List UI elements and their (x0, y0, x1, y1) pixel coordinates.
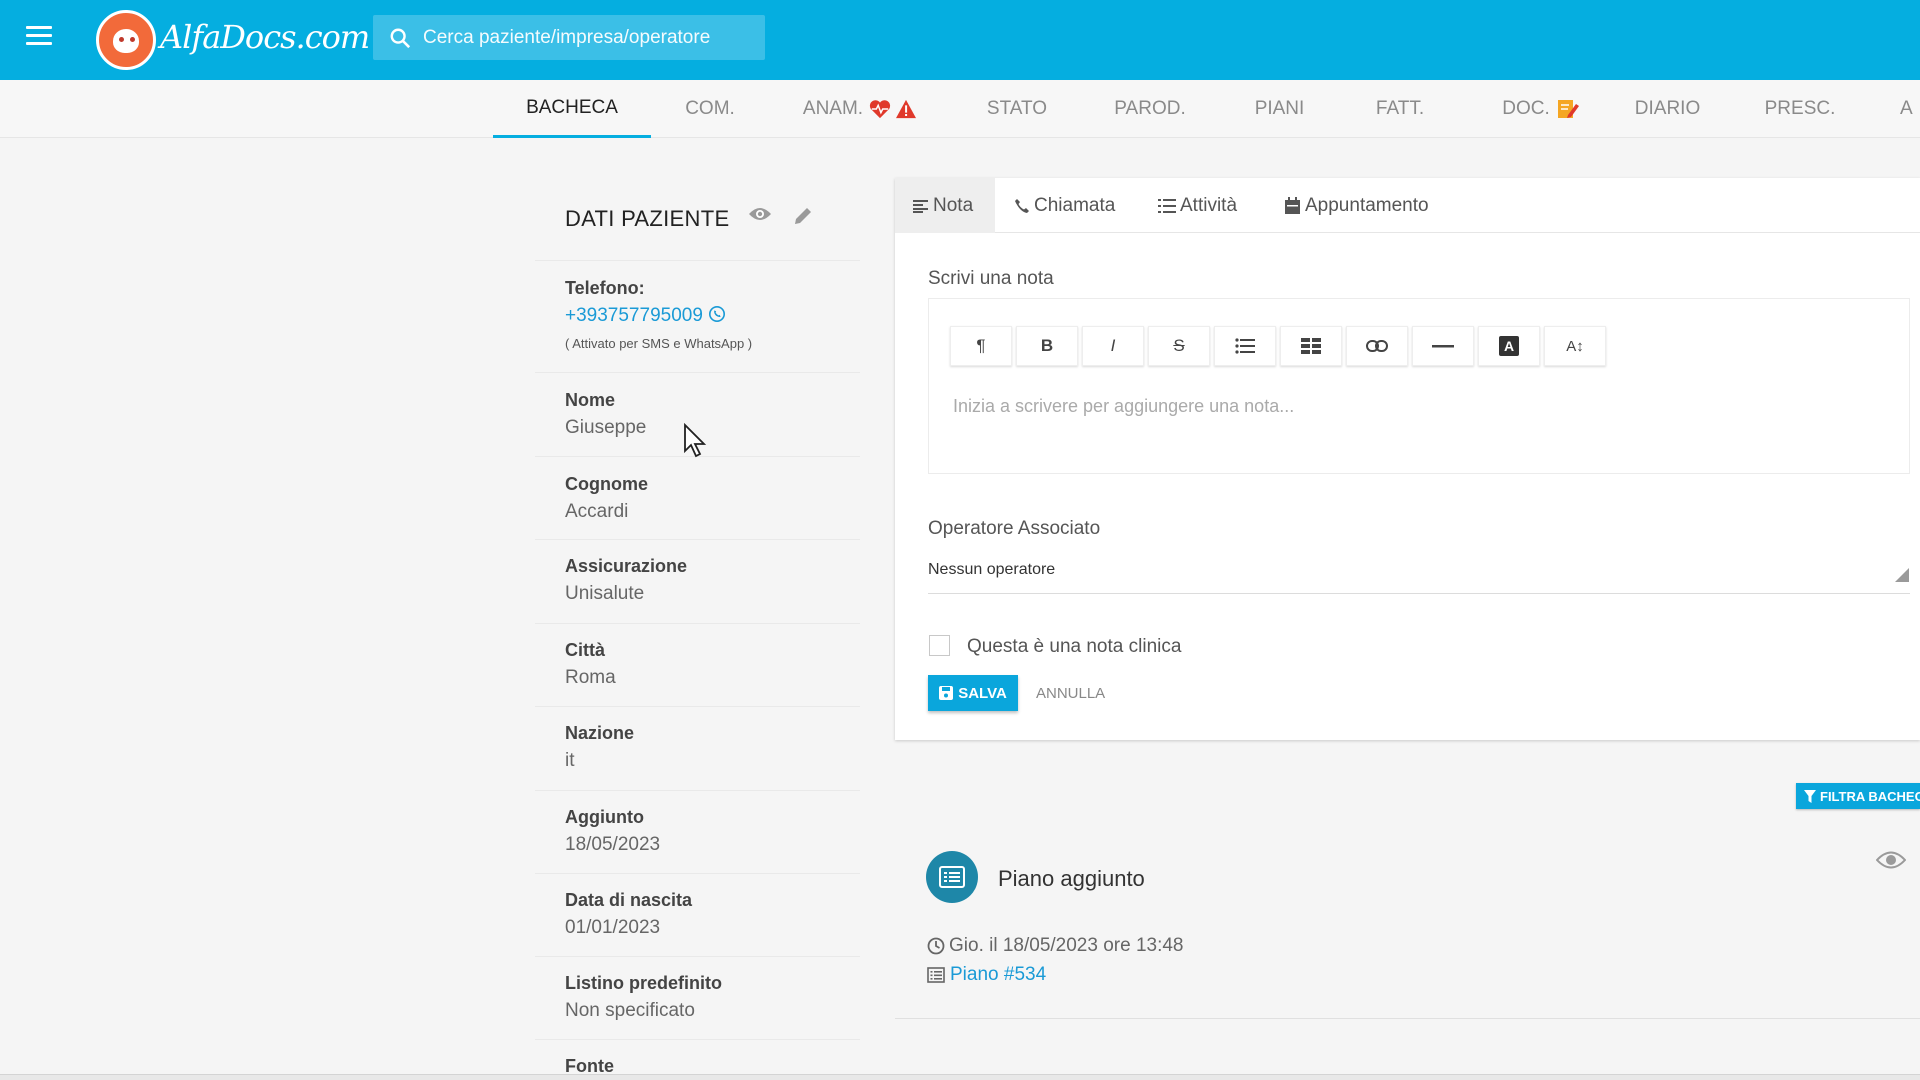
heartbeat-icon (869, 100, 891, 119)
menu-icon[interactable] (26, 26, 52, 48)
search-box[interactable] (373, 15, 765, 60)
field-cognome: Cognome Accardi (565, 474, 648, 522)
divider (535, 260, 860, 261)
clock-icon (927, 937, 945, 955)
plan-link[interactable]: Piano #534 (927, 964, 1046, 986)
phone-icon (1015, 198, 1029, 213)
field-aggiunto: Aggiunto 18/05/2023 (565, 807, 661, 855)
bullet-list-button[interactable] (1214, 326, 1276, 366)
tab-more[interactable]: A (1900, 80, 1920, 138)
field-assicurazione: Assicurazione Unisalute (565, 556, 688, 604)
tab-anam[interactable]: ANAM. (790, 80, 930, 138)
filter-icon (1804, 789, 1816, 803)
operator-select[interactable]: Nessun operatore (928, 561, 1055, 579)
clinical-note-checkbox[interactable] (929, 635, 950, 656)
horizontal-rule-button[interactable] (1412, 326, 1474, 366)
bottom-border (0, 1074, 1920, 1080)
cancel-button[interactable]: ANNULLA (1036, 675, 1105, 711)
logo-text[interactable]: AlfaDocs.com (160, 18, 370, 56)
list-alt-icon (927, 967, 945, 983)
phone-field: Telefono: +393757795009 ( Attivato per S… (565, 278, 753, 351)
filter-board-button[interactable]: FILTRA BACHECA (1796, 783, 1920, 809)
dropdown-arrow-icon[interactable] (1895, 568, 1909, 582)
table-icon (1301, 338, 1321, 354)
strikethrough-button[interactable]: S (1148, 326, 1210, 366)
tab-com[interactable]: COM. (660, 80, 760, 138)
search-icon (390, 28, 411, 48)
subtab-attivita[interactable]: Attività (1140, 178, 1255, 233)
horizontal-rule-icon (1432, 345, 1454, 348)
search-input[interactable] (423, 26, 753, 49)
warning-icon (896, 99, 917, 119)
view-icon[interactable] (748, 206, 772, 222)
calendar-icon (1285, 196, 1300, 214)
tab-bacheca[interactable]: BACHECA (493, 80, 651, 138)
divider (895, 1018, 1920, 1019)
tab-presc[interactable]: PRESC. (1760, 80, 1840, 138)
clinical-note-label[interactable]: Questa è una nota clinica (967, 636, 1181, 658)
edit-doc-icon (1557, 100, 1579, 118)
plan-entry-icon (926, 851, 978, 903)
note-editor[interactable] (928, 298, 1910, 474)
field-listino: Listino predefinito Non specificato (565, 973, 722, 1021)
tab-stato[interactable]: STATO (970, 80, 1064, 138)
bold-button[interactable]: B (1016, 326, 1078, 366)
editor-placeholder: Inizia a scrivere per aggiungere una not… (953, 396, 1295, 416)
list-alt-icon (939, 866, 965, 888)
link-icon (1366, 340, 1388, 352)
tab-parod[interactable]: PAROD. (1100, 80, 1200, 138)
view-entry-icon[interactable] (1876, 850, 1906, 870)
italic-button[interactable]: I (1082, 326, 1144, 366)
text-size-button[interactable]: A↕ (1544, 326, 1606, 366)
edit-icon[interactable] (793, 206, 813, 226)
bullet-list-icon (1235, 338, 1255, 354)
mouse-cursor-icon (684, 423, 707, 458)
patient-data-title: DATI PAZIENTE (565, 206, 730, 231)
write-note-label: Scrivi una nota (928, 268, 1054, 289)
logo-icon[interactable] (96, 10, 156, 70)
tab-fatt[interactable]: FATT. (1360, 80, 1440, 138)
plan-link-text[interactable]: Piano #534 (950, 964, 1046, 986)
field-data-nascita: Data di nascita 01/01/2023 (565, 890, 693, 938)
field-nazione: Nazione it (565, 723, 635, 771)
link-button[interactable] (1346, 326, 1408, 366)
tab-diario[interactable]: DIARIO (1625, 80, 1710, 138)
text-color-button[interactable]: A (1478, 326, 1540, 366)
align-left-icon (913, 199, 928, 213)
divider (535, 372, 860, 373)
field-nome: Nome Giuseppe (565, 390, 647, 438)
divider (535, 790, 860, 791)
subtab-appuntamento[interactable]: Appuntamento (1266, 178, 1447, 233)
subtab-chiamata[interactable]: Chiamata (996, 178, 1133, 233)
field-citta: Città Roma (565, 640, 616, 688)
paragraph-button[interactable]: ¶ (950, 326, 1012, 366)
operator-label: Operatore Associato (928, 518, 1101, 539)
whatsapp-icon (709, 305, 726, 323)
divider (535, 623, 860, 624)
table-button[interactable] (1280, 326, 1342, 366)
phone-link[interactable]: +393757795009 (565, 305, 752, 327)
divider (535, 1039, 860, 1040)
divider (535, 706, 860, 707)
phone-number[interactable]: +393757795009 (565, 305, 703, 326)
tab-doc[interactable]: DOC. (1480, 80, 1602, 138)
save-button[interactable]: SALVA (928, 675, 1018, 711)
divider (535, 956, 860, 957)
tab-piani[interactable]: PIANI (1237, 80, 1322, 138)
subtab-nota[interactable]: Nota (895, 178, 995, 233)
operator-select-underline (928, 593, 1910, 594)
divider (535, 873, 860, 874)
divider (535, 539, 860, 540)
save-icon (939, 686, 954, 700)
timeline-date: Gio. il 18/05/2023 ore 13:48 (927, 935, 1184, 957)
timeline-title: Piano aggiunto (998, 866, 1145, 891)
list-icon (1158, 198, 1176, 213)
